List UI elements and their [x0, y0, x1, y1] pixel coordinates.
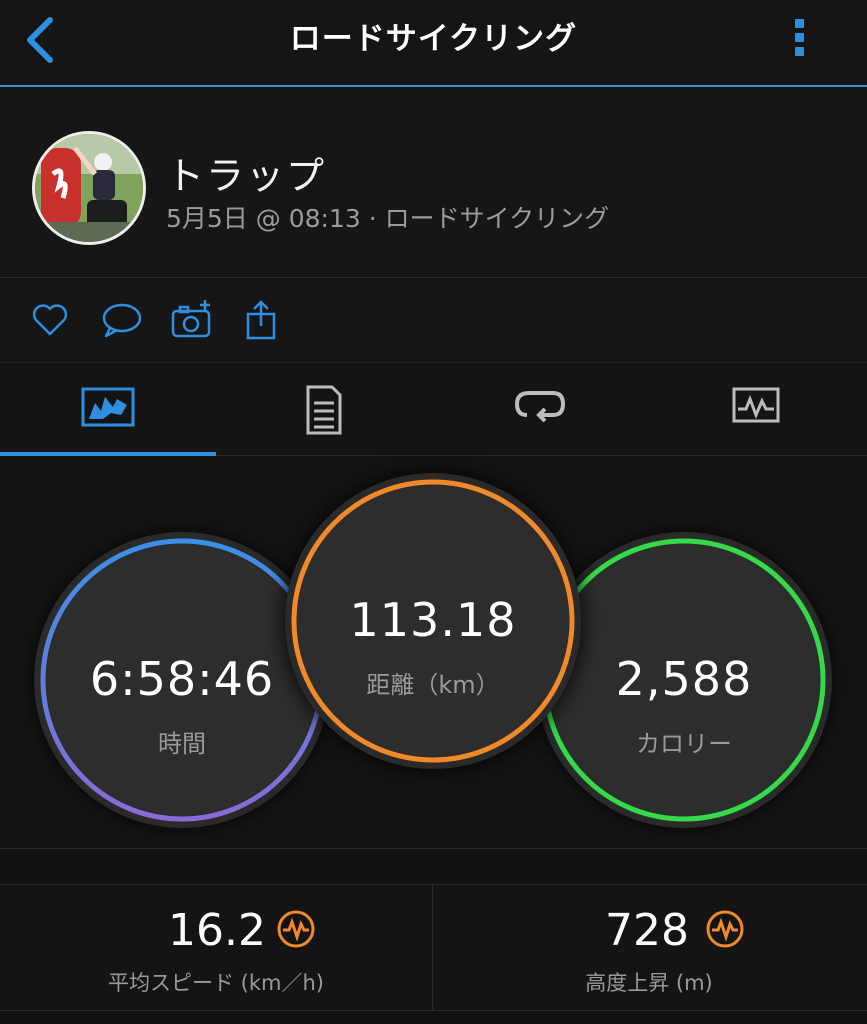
avg-speed-cell[interactable]: 16.2 平均スピード (km／h): [0, 885, 433, 1010]
section-divider: [0, 849, 867, 885]
comment-button[interactable]: [100, 298, 144, 342]
avatar[interactable]: [32, 131, 146, 245]
more-dot: [794, 33, 804, 42]
distance-value: 113.18: [349, 593, 517, 647]
activity-owner-name: トラップ: [166, 154, 327, 198]
elevation-gain-label: 高度上昇 (m): [585, 971, 713, 995]
summary-rings: 6:58:46 時間 2,588 カロリー 113.18 距離（km）: [0, 456, 867, 849]
page-title: ロードサイクリング: [289, 21, 578, 57]
action-bar: [0, 278, 867, 363]
avatar-photo: [35, 134, 143, 242]
tab-graphs[interactable]: [648, 363, 864, 455]
distance-ring[interactable]: 113.18 距離（km）: [285, 473, 581, 769]
activity-badge-icon: [705, 909, 745, 949]
tab-details[interactable]: [216, 363, 432, 455]
avg-speed-label: 平均スピード (km／h): [108, 971, 324, 995]
add-photo-button[interactable]: [170, 298, 214, 342]
overview-map-icon: [81, 387, 135, 427]
more-dot: [794, 47, 804, 56]
tab-overview[interactable]: [0, 363, 216, 456]
heart-icon: [32, 304, 68, 336]
activity-meta: 5月5日 @ 08:13 · ロードサイクリング: [166, 204, 610, 233]
tab-laps[interactable]: [432, 363, 648, 455]
comment-icon: [102, 303, 142, 338]
more-menu-button[interactable]: [784, 16, 814, 64]
graph-icon: [732, 387, 780, 423]
more-vertical-icon: [794, 19, 804, 28]
summary-grid: 16.2 平均スピード (km／h) 728 高度上昇 (m): [0, 885, 867, 1011]
distance-label: 距離（km）: [366, 671, 500, 699]
laps-icon: [514, 391, 566, 423]
elevation-gain-value: 728: [605, 905, 689, 956]
activity-tabs: [0, 363, 867, 456]
activity-profile: トラップ 5月5日 @ 08:13 · ロードサイクリング: [0, 87, 867, 278]
add-photo-icon: [171, 300, 211, 338]
activity-badge-icon: [276, 909, 316, 949]
like-button[interactable]: [28, 298, 72, 342]
app-header: ロードサイクリング: [0, 0, 867, 87]
details-list-icon: [306, 385, 342, 435]
share-button[interactable]: [240, 298, 284, 342]
elevation-gain-cell[interactable]: 728 高度上昇 (m): [433, 885, 865, 1010]
avg-speed-value: 16.2: [168, 905, 266, 956]
share-icon: [246, 300, 276, 340]
